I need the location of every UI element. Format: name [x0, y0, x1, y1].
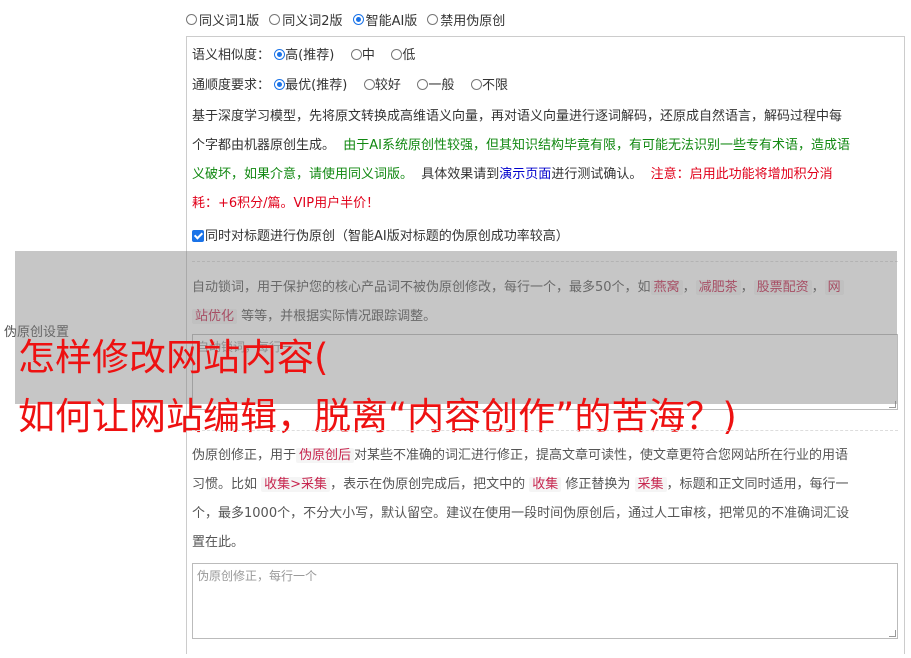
option-synonym-v2[interactable]: 同义词2版 — [269, 10, 343, 29]
radio-selected-icon[interactable] — [352, 14, 364, 25]
fluency-row: 通顺度要求： 最优(推荐) 较好 一般 不限 — [192, 78, 508, 93]
radio-icon[interactable] — [363, 79, 375, 90]
divider — [192, 430, 898, 431]
resize-handle-icon[interactable] — [889, 630, 896, 637]
option-smart-ai[interactable]: 智能AI版 — [352, 10, 417, 29]
checkbox-checked-icon[interactable] — [192, 230, 204, 242]
option-disable[interactable]: 禁用伪原创 — [427, 10, 505, 29]
radio-selected-icon[interactable] — [274, 79, 286, 90]
radio-icon[interactable] — [186, 14, 197, 25]
radio-icon[interactable] — [269, 14, 281, 25]
title-checkbox-row[interactable]: 同时对标题进行伪原创（智能AI版对标题的伪原创成功率较高） — [192, 222, 901, 251]
radio-icon[interactable] — [391, 49, 403, 60]
correction-textarea[interactable]: 伪原创修正，每行一个 — [192, 563, 898, 639]
version-radio-group: 同义词1版 同义词2版 智能AI版 禁用伪原创 — [186, 10, 505, 29]
ai-description: 基于深度学习模型，先将原文转换成高维语义向量，再对语义向量进行逐词解码，还原成自… — [192, 109, 851, 211]
radio-icon[interactable] — [417, 79, 429, 90]
headline-line-1: 怎样修改网站内容( — [18, 336, 329, 379]
headline-line-2: 如何让网站编辑，脱离“内容创作”的苦海？) — [18, 395, 737, 438]
demo-page-link[interactable]: 演示页面 — [499, 167, 551, 182]
radio-icon[interactable] — [350, 49, 362, 60]
radio-selected-icon[interactable] — [274, 49, 286, 60]
similarity-row: 语义相似度： 高(推荐) 中 低 — [192, 48, 416, 63]
radio-icon[interactable] — [470, 79, 482, 90]
radio-icon[interactable] — [427, 14, 439, 25]
correction-description: 伪原创修正，用于 伪原创后 对某些不准确的词汇进行修正，提高文章可读性，使文章更符合… — [192, 448, 850, 550]
option-synonym-v1[interactable]: 同义词1版 — [186, 10, 259, 29]
